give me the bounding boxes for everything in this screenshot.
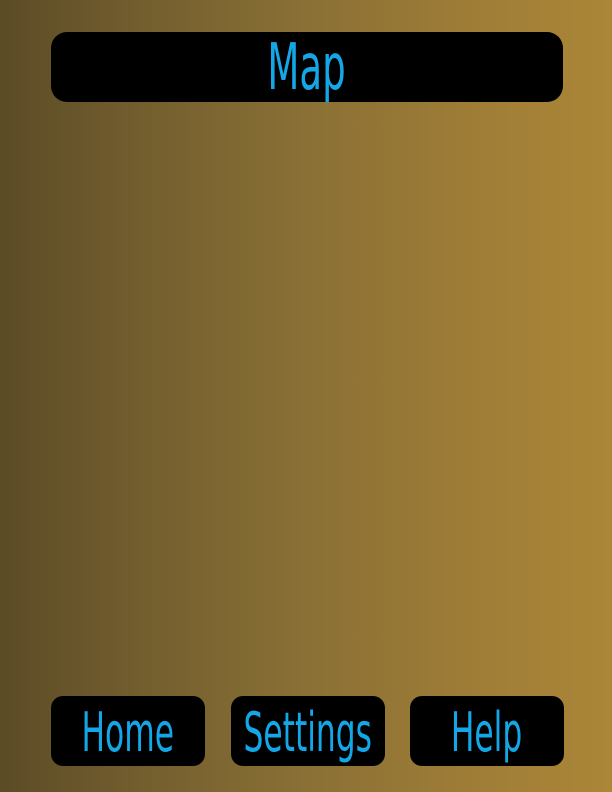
- page-title: Map: [267, 31, 347, 105]
- home-button[interactable]: Home: [51, 696, 205, 766]
- home-button-label: Home: [81, 701, 175, 764]
- help-button-label: Help: [451, 701, 523, 764]
- settings-button-label: Settings: [243, 701, 373, 764]
- page-title-bar: Map: [51, 32, 563, 102]
- settings-button[interactable]: Settings: [231, 696, 385, 766]
- help-button[interactable]: Help: [410, 696, 564, 766]
